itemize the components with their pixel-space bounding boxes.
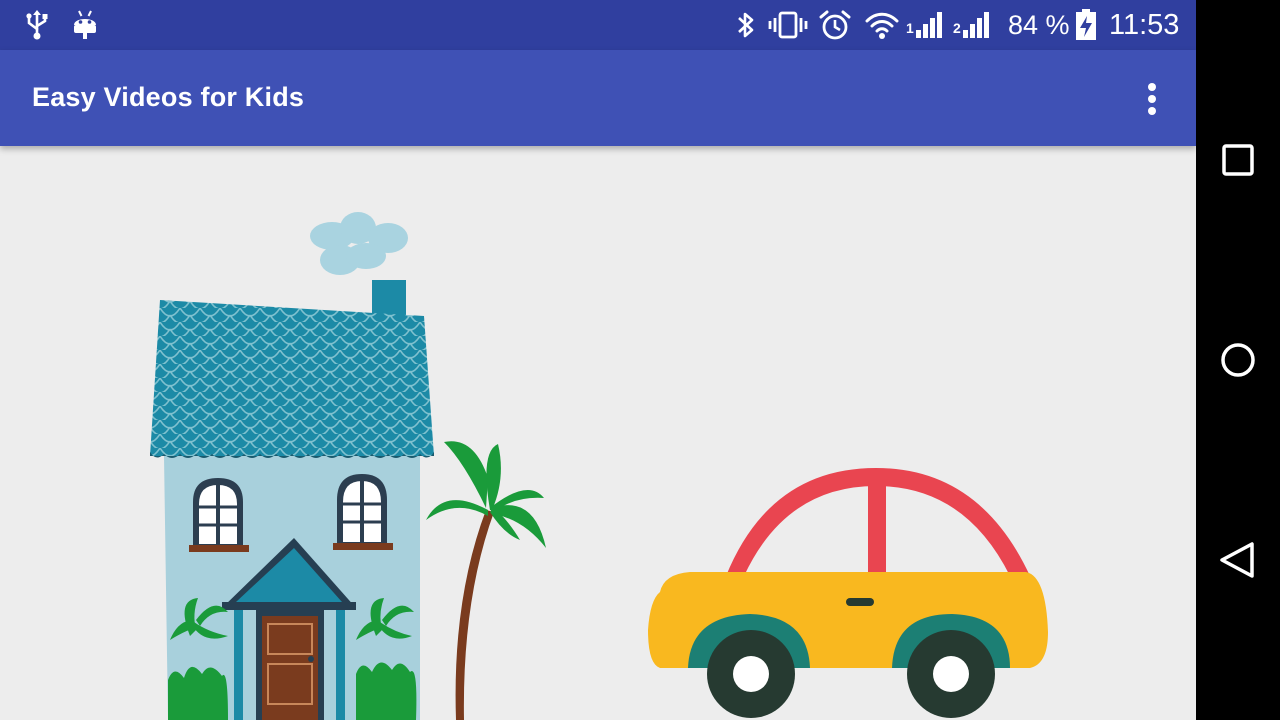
recents-button[interactable]	[1214, 136, 1262, 184]
more-vert-icon	[1148, 83, 1156, 91]
status-clock: 11:53	[1109, 9, 1180, 41]
home-circle-icon	[1221, 343, 1255, 377]
palm-tree-illustration	[426, 441, 546, 720]
battery-percentage: 84 %	[1008, 10, 1070, 40]
usb-icon	[26, 10, 48, 40]
battery-charging-icon	[1076, 9, 1096, 40]
signal-sim1-icon	[916, 12, 942, 38]
more-vert-icon-dot	[1148, 107, 1156, 115]
status-bar: 1 2 84 % 11:53	[0, 0, 1196, 50]
more-vert-icon-dot	[1148, 95, 1156, 103]
back-button[interactable]	[1214, 536, 1262, 584]
wifi-icon	[865, 12, 899, 39]
app-bar: Easy Videos for Kids	[0, 50, 1196, 146]
app-screen: 1 2 84 % 11:53 Easy Videos for Kids	[0, 0, 1196, 720]
car-illustration	[648, 468, 1048, 718]
signal-sim2-icon	[963, 12, 989, 38]
kids-scene-illustration	[150, 212, 1048, 720]
house-illustration	[150, 280, 434, 720]
more-options-button[interactable]	[1132, 76, 1172, 120]
back-triangle-icon	[1220, 542, 1254, 578]
app-title: Easy Videos for Kids	[32, 82, 305, 112]
android-debug-icon	[74, 10, 96, 39]
alarm-icon	[819, 10, 851, 40]
vibrate-icon	[768, 11, 808, 39]
sim1-label: 1	[906, 20, 914, 36]
sim2-label: 2	[953, 20, 961, 36]
cloud-illustration	[310, 212, 408, 275]
bluetooth-icon	[738, 12, 754, 38]
navigation-bar	[1196, 0, 1280, 720]
home-button[interactable]	[1214, 336, 1262, 384]
recents-square-icon	[1222, 144, 1254, 176]
content-area	[0, 146, 1196, 720]
